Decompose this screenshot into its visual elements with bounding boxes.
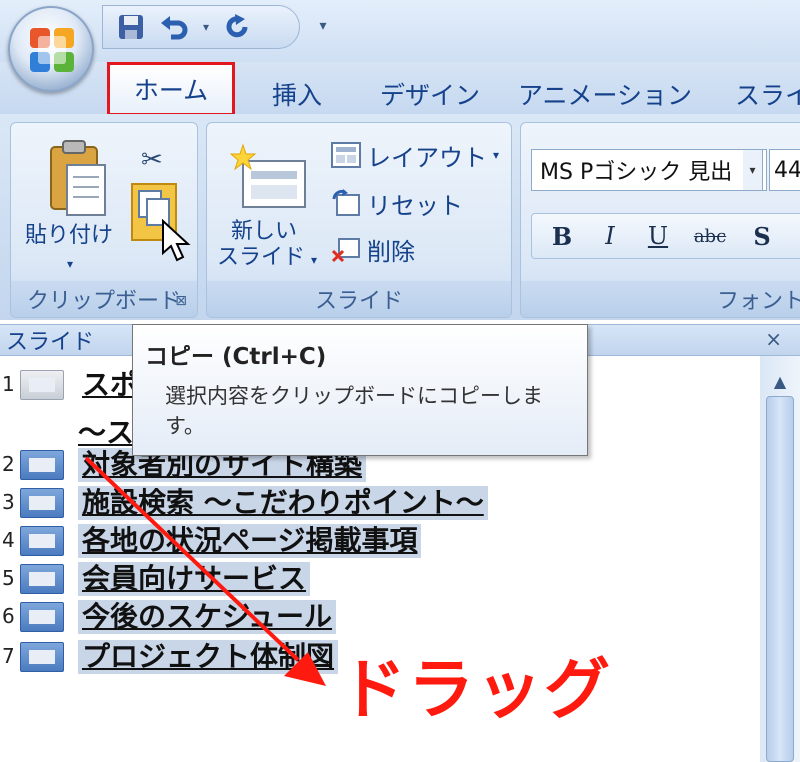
vertical-scrollbar[interactable]: ▲ bbox=[760, 356, 800, 762]
office-logo-icon bbox=[30, 28, 74, 72]
tab-slideshow[interactable]: スライ bbox=[735, 72, 800, 116]
slide-title-line2[interactable]: ～ス bbox=[78, 416, 134, 450]
font-name-box[interactable]: MS Pゴシック 見出 bbox=[531, 149, 767, 191]
undo-icon[interactable] bbox=[159, 11, 189, 43]
title-bar: ▾ ▾ bbox=[0, 0, 800, 62]
shadow-button[interactable]: S bbox=[744, 222, 780, 251]
slide-number: 6 bbox=[2, 604, 15, 628]
reset-icon bbox=[332, 189, 360, 216]
paste-button-label[interactable]: 貼り付け bbox=[25, 223, 113, 249]
slide-thumbnail-icon bbox=[20, 642, 64, 672]
font-format-row: B I U abc S bbox=[531, 213, 800, 259]
office-button[interactable] bbox=[8, 6, 94, 92]
mouse-cursor-icon bbox=[162, 219, 191, 262]
tab-home[interactable]: ホーム bbox=[107, 62, 235, 116]
undo-dropdown[interactable]: ▾ bbox=[203, 11, 209, 43]
layout-dropdown[interactable]: ▾ bbox=[493, 148, 499, 162]
slide-thumbnail-icon bbox=[20, 564, 64, 594]
new-slide-icon[interactable] bbox=[229, 143, 309, 211]
slide-thumbnail-icon bbox=[20, 526, 64, 556]
delete-icon bbox=[331, 238, 360, 263]
slide-thumbnail-icon bbox=[20, 602, 64, 632]
slide-title[interactable]: 今後のスケジュール bbox=[78, 600, 337, 634]
slide-row-4[interactable]: 4 各地の状況ページ掲載事項 bbox=[0, 522, 760, 562]
delete-label: 削除 bbox=[367, 237, 415, 266]
bold-button[interactable]: B bbox=[544, 222, 580, 251]
ribbon-tabs: ホーム 挿入 デザイン アニメーション スライ bbox=[0, 62, 800, 118]
save-icon[interactable] bbox=[117, 11, 145, 43]
slide-title[interactable]: 施設検索 ～こだわりポイント～ bbox=[78, 486, 488, 520]
slide-title[interactable]: 会員向けサービス bbox=[78, 562, 311, 596]
tab-insert[interactable]: 挿入 bbox=[262, 72, 332, 116]
slide-thumbnail-icon bbox=[20, 370, 64, 400]
reset-button[interactable]: リセット bbox=[331, 185, 463, 221]
tab-design[interactable]: デザイン bbox=[380, 72, 480, 116]
reset-label: リセット bbox=[367, 191, 463, 220]
layout-icon bbox=[331, 142, 361, 168]
tooltip-body: 選択内容をクリップボードにコピーします。 bbox=[165, 384, 543, 438]
redo-icon[interactable] bbox=[223, 11, 251, 43]
layout-button[interactable]: レイアウト ▾ bbox=[331, 137, 499, 173]
new-slide-label-line2[interactable]: スライド bbox=[217, 245, 305, 271]
slide-row-5[interactable]: 5 会員向けサービス bbox=[0, 560, 760, 600]
slide-number: 1 bbox=[2, 372, 15, 396]
clipboard-dialog-launcher[interactable]: ⊠ bbox=[175, 293, 187, 309]
slide-number: 4 bbox=[2, 528, 15, 552]
slide-title[interactable]: 各地の状況ページ掲載事項 bbox=[78, 524, 422, 558]
slide-number: 2 bbox=[2, 452, 15, 476]
font-group: MS Pゴシック 見出 ▾ 44 B I U abc S フォント bbox=[520, 122, 800, 318]
slides-group: 新しい スライド ▾ レイアウト ▾ リセット 削除 スライド bbox=[206, 122, 512, 318]
delete-button[interactable]: 削除 bbox=[331, 231, 415, 267]
slides-group-label: スライド bbox=[207, 281, 511, 317]
slide-title[interactable]: プロジェクト体制図 bbox=[78, 640, 339, 674]
ribbon: 貼り付け ▾ ✂ クリップボード ⊠ 新しい スライド ▾ レイアウト ▾ リセ… bbox=[0, 114, 800, 320]
italic-button[interactable]: I bbox=[592, 222, 628, 250]
copy-tooltip: コピー (Ctrl+C) 選択内容をクリップボードにコピーします。 bbox=[132, 324, 588, 456]
clipboard-group-label: クリップボード bbox=[11, 281, 197, 317]
slide-row-6[interactable]: 6 今後のスケジュール bbox=[0, 598, 760, 638]
drag-annotation-label: ドラッグ bbox=[340, 651, 612, 728]
paste-dropdown[interactable]: ▾ bbox=[67, 251, 73, 277]
slides-pane-tab[interactable]: スライド bbox=[6, 325, 94, 355]
scroll-up-icon[interactable]: ▲ bbox=[764, 366, 796, 396]
font-group-label: フォント bbox=[521, 281, 800, 317]
new-slide-label-line1[interactable]: 新しい bbox=[231, 219, 297, 245]
layout-label: レイアウト bbox=[367, 143, 487, 172]
strikethrough-button[interactable]: abc bbox=[688, 226, 732, 247]
font-size-box[interactable]: 44 bbox=[769, 149, 800, 191]
new-slide-dropdown[interactable]: ▾ bbox=[311, 247, 317, 273]
tooltip-title: コピー (Ctrl+C) bbox=[145, 344, 327, 370]
slide-thumbnail-icon bbox=[20, 450, 64, 480]
scrollbar-thumb[interactable] bbox=[766, 396, 794, 762]
tab-animation[interactable]: アニメーション bbox=[518, 72, 692, 116]
font-name-dropdown[interactable]: ▾ bbox=[743, 149, 763, 191]
slide-number: 7 bbox=[2, 644, 15, 668]
customize-qat-button[interactable]: ▾ bbox=[312, 12, 334, 40]
close-icon[interactable]: × bbox=[765, 327, 782, 351]
cut-icon[interactable]: ✂ bbox=[141, 145, 163, 175]
slide-thumbnail-icon bbox=[20, 488, 64, 518]
slide-number: 3 bbox=[2, 490, 15, 514]
clipboard-group: 貼り付け ▾ ✂ クリップボード ⊠ bbox=[10, 122, 198, 318]
paste-icon[interactable] bbox=[47, 139, 109, 219]
underline-button[interactable]: U bbox=[640, 222, 676, 250]
slide-number: 5 bbox=[2, 566, 15, 590]
slide-row-3[interactable]: 3 施設検索 ～こだわりポイント～ bbox=[0, 484, 760, 524]
quick-access-toolbar: ▾ bbox=[102, 5, 300, 49]
